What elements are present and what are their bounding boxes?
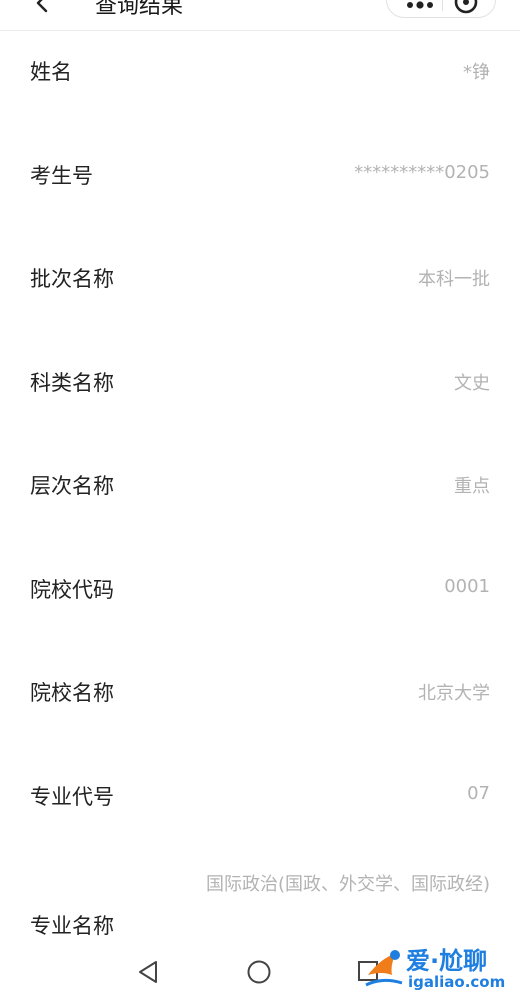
row-value: 北京大学 bbox=[418, 683, 490, 704]
row-label: 考生号 bbox=[30, 163, 93, 188]
capsule-divider bbox=[442, 0, 443, 11]
back-arrow-icon[interactable] bbox=[32, 0, 54, 14]
watermark-logo-icon bbox=[365, 950, 403, 987]
result-row-exam-number: 考生号 **********0205 bbox=[0, 134, 520, 238]
screen: 查询结果 姓名 *铮 考生号 **********0205 批次名称 本科一批 bbox=[0, 0, 520, 1001]
more-dots-icon[interactable] bbox=[405, 0, 433, 9]
row-label: 姓名 bbox=[30, 60, 72, 84]
page-title: 查询结果 bbox=[95, 0, 184, 19]
top-nav-bar: 查询结果 bbox=[0, 0, 520, 31]
row-label: 院校代码 bbox=[30, 577, 114, 602]
result-row-name: 姓名 *铮 bbox=[0, 30, 520, 134]
watermark-url: igaliao.com bbox=[408, 973, 506, 991]
row-value: 重点 bbox=[454, 476, 490, 497]
row-label: 专业代号 bbox=[30, 784, 114, 809]
system-home-icon[interactable] bbox=[246, 959, 272, 985]
row-value: 本科一批 bbox=[418, 269, 490, 290]
row-value: 文史 bbox=[454, 372, 490, 394]
system-back-icon[interactable] bbox=[136, 959, 162, 985]
row-value: **********0205 bbox=[354, 161, 490, 183]
row-value: 0001 bbox=[444, 575, 490, 597]
row-value: 07 bbox=[467, 782, 490, 804]
result-list: 姓名 *铮 考生号 **********0205 批次名称 本科一批 科类名称 … bbox=[0, 30, 520, 973]
result-row-batch: 批次名称 本科一批 bbox=[0, 237, 520, 341]
result-row-school-name: 院校名称 北京大学 bbox=[0, 651, 520, 755]
row-value: 国际政治(国政、外交学、国际政经) bbox=[205, 874, 490, 895]
row-label: 科类名称 bbox=[30, 370, 114, 395]
mini-program-capsule bbox=[386, 0, 496, 18]
row-label: 层次名称 bbox=[30, 474, 114, 498]
site-watermark: 爱·尬聊 igaliao.com bbox=[362, 941, 512, 995]
watermark-brand: 爱·尬聊 bbox=[406, 947, 488, 975]
row-label: 院校名称 bbox=[30, 681, 114, 705]
result-row-level: 层次名称 重点 bbox=[0, 444, 520, 548]
result-row-school-code: 院校代码 0001 bbox=[0, 548, 520, 652]
row-value: *铮 bbox=[463, 62, 490, 83]
close-circle-icon[interactable] bbox=[453, 0, 479, 15]
result-row-major-code: 专业代号 07 bbox=[0, 755, 520, 859]
row-label: 批次名称 bbox=[30, 267, 114, 291]
row-label: 专业名称 bbox=[30, 914, 114, 938]
result-row-category: 科类名称 文史 bbox=[0, 341, 520, 445]
